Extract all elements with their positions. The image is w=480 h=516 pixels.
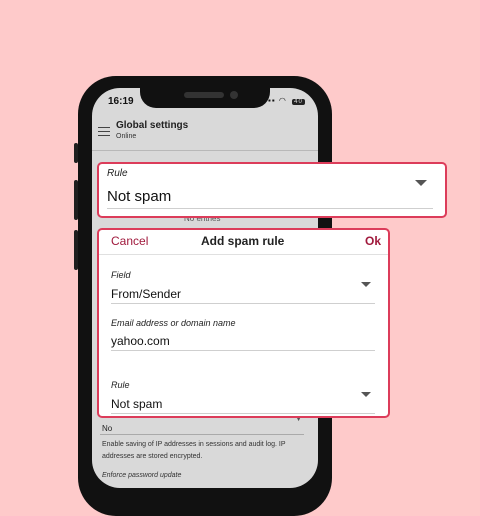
rule-value[interactable]: Not spam <box>111 397 162 411</box>
ok-button[interactable]: Ok <box>365 234 381 248</box>
ip-help-text-1: Enable saving of IP addresses in session… <box>102 441 286 448</box>
chevron-down-icon[interactable] <box>361 282 371 287</box>
field-underline <box>111 303 375 304</box>
add-spam-rule-dialog: Cancel Add spam rule Ok Field From/Sende… <box>97 228 390 418</box>
dialog-title: Add spam rule <box>201 234 285 248</box>
wifi-icon: ◠ <box>278 96 287 105</box>
front-camera <box>230 91 238 99</box>
chevron-down-icon[interactable] <box>415 180 427 186</box>
rule-underline <box>111 413 375 414</box>
dialog-header-divider <box>99 254 388 255</box>
page-title: Global settings <box>116 120 189 131</box>
phone-side-button-volume-up <box>74 180 78 220</box>
rule-select-card[interactable]: Rule Not spam <box>97 162 447 218</box>
rule-label: Rule <box>107 168 128 179</box>
email-input[interactable]: yahoo.com <box>111 334 170 348</box>
signal-icon: ▪▪ <box>268 96 276 105</box>
field-label: Field <box>111 270 131 280</box>
battery-icon: 40 <box>292 99 305 105</box>
phone-side-button-silent <box>74 143 78 163</box>
ip-help-text-2: addresses are stored encrypted. <box>102 453 203 460</box>
phone-side-button-volume-down <box>74 230 78 270</box>
field-value[interactable]: From/Sender <box>111 287 181 301</box>
phone-notch <box>140 84 270 108</box>
email-underline <box>111 350 375 351</box>
menu-icon[interactable] <box>98 124 110 139</box>
ip-logging-value: No <box>102 424 113 433</box>
rule-value: Not spam <box>107 188 172 205</box>
rule-underline <box>107 208 433 209</box>
email-label: Email address or domain name <box>111 318 236 328</box>
status-icons: ▪▪ ◠ 40 <box>268 96 305 105</box>
rule-label: Rule <box>111 380 130 390</box>
chevron-down-icon[interactable] <box>361 392 371 397</box>
speaker-grille <box>184 92 224 98</box>
status-time: 16:19 <box>108 96 134 107</box>
connection-status: Online <box>116 133 137 140</box>
header-divider <box>92 150 318 151</box>
ip-logging-select[interactable]: No ▼ <box>100 416 304 435</box>
cancel-button[interactable]: Cancel <box>111 234 148 248</box>
enforce-password-label: Enforce password update <box>102 472 182 479</box>
